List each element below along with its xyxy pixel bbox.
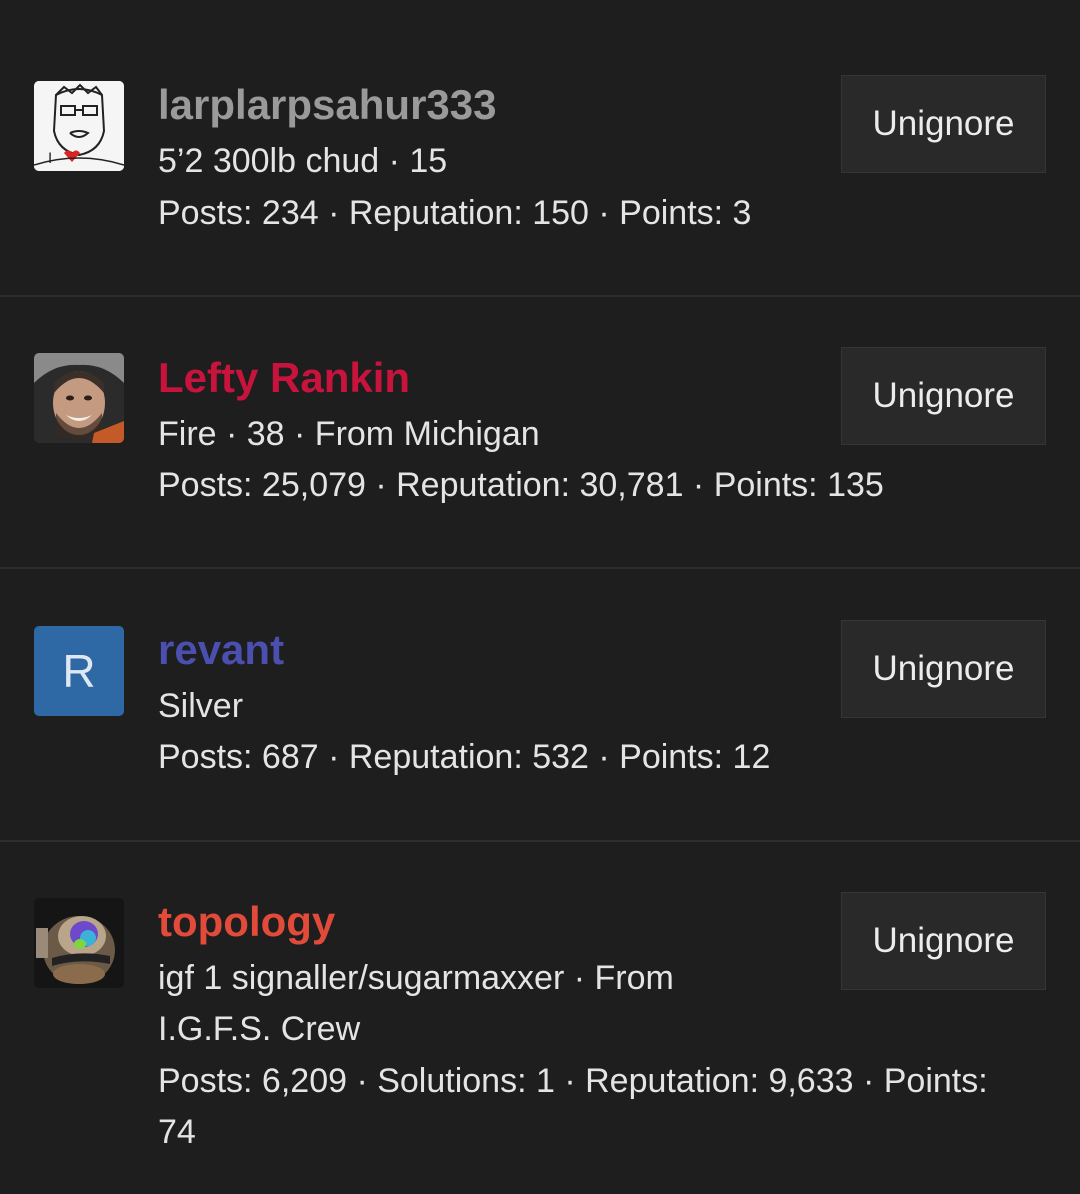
unignore-button[interactable]: Unignore bbox=[841, 892, 1046, 990]
brain-render-avatar-icon bbox=[34, 898, 124, 988]
member-stats: Posts: 687 · Reputation: 532 · Points: 1… bbox=[158, 738, 771, 776]
member-name[interactable]: revant bbox=[158, 625, 284, 675]
sketch-face-avatar-icon: I bbox=[34, 81, 124, 171]
member-info: I.G.F.S. Crew bbox=[158, 1010, 361, 1048]
member-info: 5’2 300lb chud · 15 bbox=[158, 142, 448, 180]
member-stats: Posts: 234 · Reputation: 150 · Points: 3 bbox=[158, 194, 752, 232]
svg-text:I: I bbox=[48, 151, 52, 167]
ignored-members-list: I larplarpsahur333 5’2 300lb chud · 15 P… bbox=[0, 0, 1080, 1194]
row-divider bbox=[0, 567, 1080, 569]
member-info: igf 1 signaller/sugarmaxxer · From bbox=[158, 959, 674, 997]
avatar[interactable]: R bbox=[34, 626, 124, 716]
member-name[interactable]: topology bbox=[158, 897, 335, 947]
member-info: Silver bbox=[158, 687, 244, 725]
member-name[interactable]: Lefty Rankin bbox=[158, 353, 410, 403]
unignore-button[interactable]: Unignore bbox=[841, 75, 1046, 173]
avatar[interactable] bbox=[34, 898, 124, 988]
row-divider bbox=[0, 295, 1080, 297]
avatar[interactable]: I bbox=[34, 81, 124, 171]
unignore-button[interactable]: Unignore bbox=[841, 620, 1046, 718]
avatar[interactable] bbox=[34, 353, 124, 443]
unignore-button[interactable]: Unignore bbox=[841, 347, 1046, 445]
member-stats: 74 bbox=[158, 1113, 196, 1151]
member-stats: Posts: 25,079 · Reputation: 30,781 · Poi… bbox=[158, 466, 884, 504]
member-stats: Posts: 6,209 · Solutions: 1 · Reputation… bbox=[158, 1062, 988, 1100]
photo-avatar-icon bbox=[34, 353, 124, 443]
member-name[interactable]: larplarpsahur333 bbox=[158, 80, 497, 130]
row-divider bbox=[0, 840, 1080, 842]
member-info: Fire · 38 · From Michigan bbox=[158, 415, 540, 453]
